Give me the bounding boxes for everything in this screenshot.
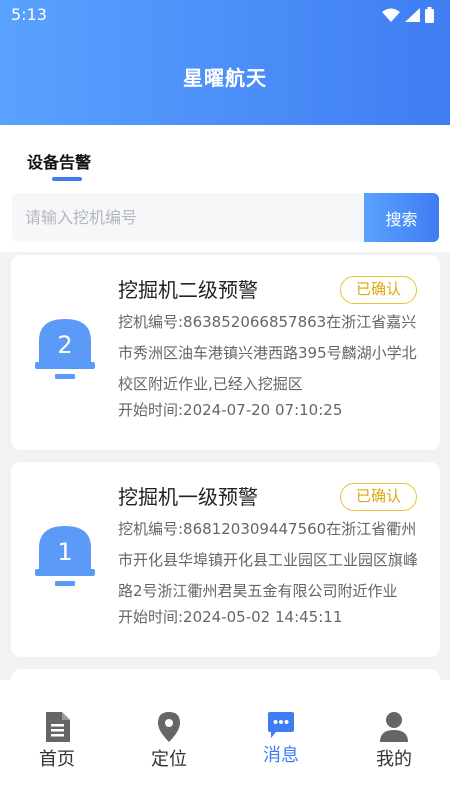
alert-card[interactable]: 2 挖掘机二级预警 已确认 挖机编号:863852066857863在浙江省嘉兴…	[11, 255, 440, 450]
message-icon	[268, 712, 294, 738]
search-input[interactable]	[12, 193, 366, 242]
tab-device-alarm[interactable]: 设备告警	[27, 149, 91, 173]
alert-card[interactable]: 1 挖掘机一级预警 已确认 挖机编号:868120309447560在浙江省衢州…	[11, 462, 440, 657]
alert-description: 挖机编号:863852066857863在浙江省嘉兴市秀洲区油车港镇兴港西路39…	[118, 313, 417, 393]
nav-item-location[interactable]: 定位	[129, 712, 209, 782]
alarm-bell-icon: 2	[35, 319, 95, 379]
alarm-level-number: 1	[57, 538, 72, 566]
alarm-level-number: 2	[57, 331, 72, 359]
status-bar: 5:13	[0, 0, 450, 30]
app-title: 星曜航天	[183, 66, 267, 90]
status-time: 5:13	[11, 5, 47, 24]
nav-item-home[interactable]: 首页	[17, 712, 97, 782]
search-button[interactable]: 搜索	[364, 193, 439, 242]
signal-icon	[405, 8, 420, 22]
nav-item-message[interactable]: 消息	[241, 712, 321, 782]
bottom-nav: 首页 定位 消息 我的	[0, 680, 450, 800]
tab-bar: 设备告警	[0, 125, 450, 190]
alert-start-time: 开始时间:2024-05-02 14:45:11	[118, 608, 343, 626]
status-icons	[382, 7, 434, 23]
alert-title: 挖掘机二级预警	[118, 278, 258, 302]
battery-icon	[425, 7, 434, 23]
status-badge: 已确认	[340, 276, 417, 304]
nav-item-profile[interactable]: 我的	[354, 712, 434, 782]
nav-label: 定位	[151, 749, 187, 770]
nav-label: 我的	[376, 749, 412, 770]
nav-label: 首页	[39, 749, 75, 770]
tab-active-indicator	[52, 177, 82, 181]
document-icon	[46, 712, 70, 742]
alert-title: 挖掘机一级预警	[118, 485, 258, 509]
person-icon	[380, 712, 408, 742]
app-header: 5:13 星曜航天	[0, 0, 450, 125]
nav-label: 消息	[263, 745, 299, 766]
status-badge: 已确认	[340, 483, 417, 511]
location-pin-icon	[158, 712, 180, 742]
alert-description: 挖机编号:868120309447560在浙江省衢州市开化县华埠镇开化县工业园区…	[118, 520, 419, 600]
alert-start-time: 开始时间:2024-07-20 07:10:25	[118, 401, 343, 419]
search-row: 搜索	[0, 190, 450, 252]
alarm-bell-icon: 1	[35, 526, 95, 586]
wifi-icon	[382, 8, 400, 22]
